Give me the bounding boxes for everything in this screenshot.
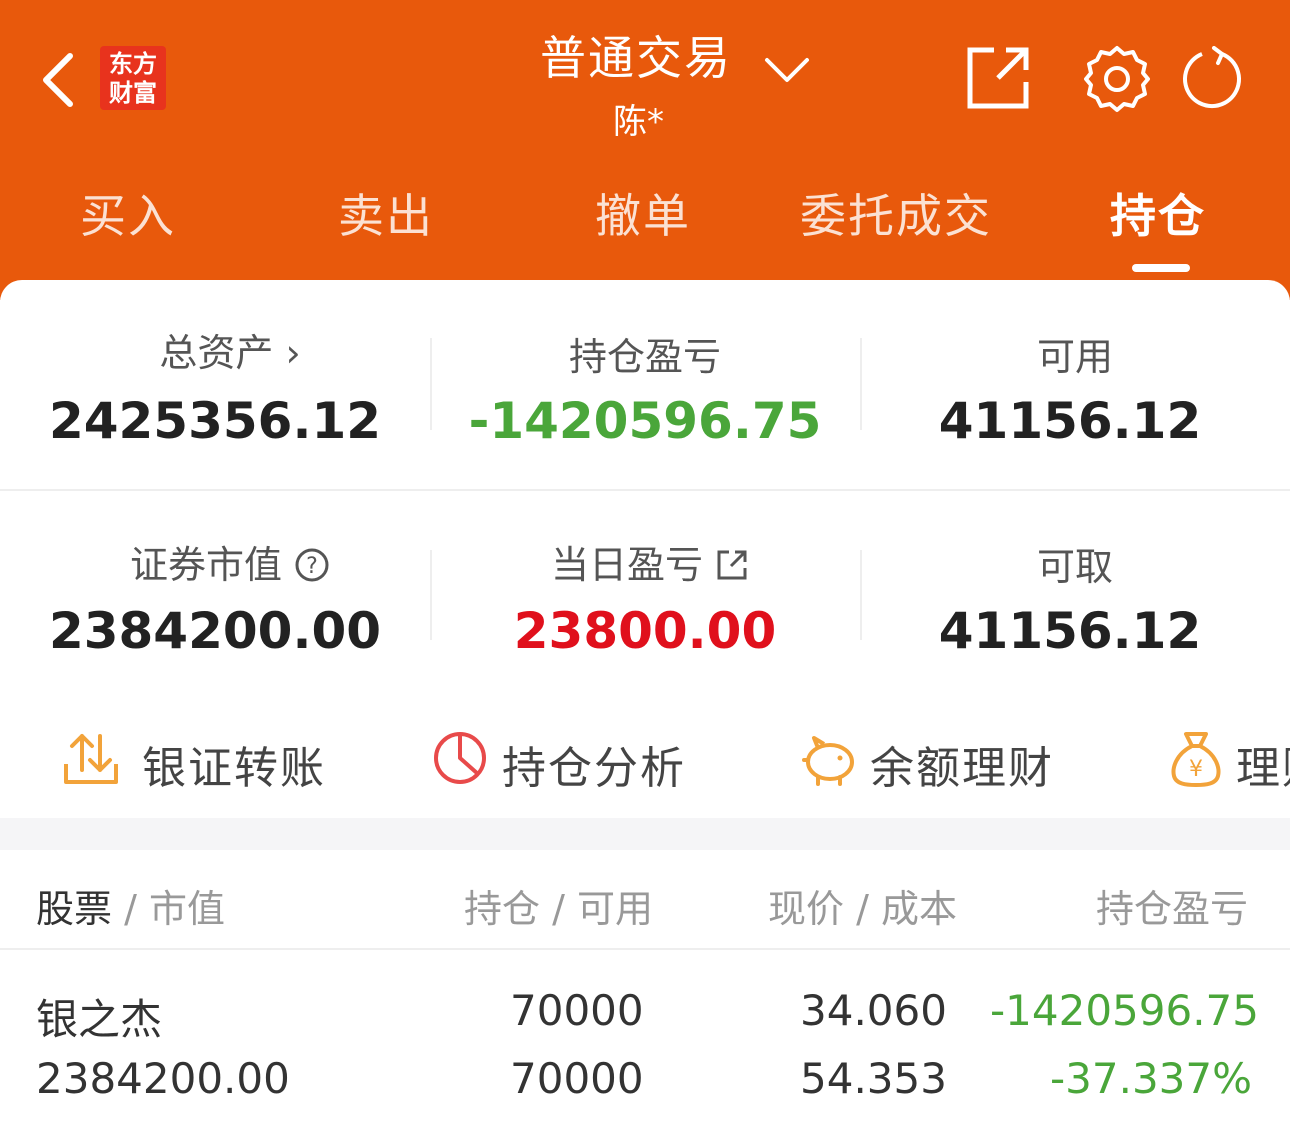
back-icon[interactable] [38, 50, 78, 110]
column-header-price[interactable]: 现价 / 成本 [768, 878, 957, 933]
quick-action-analysis[interactable]: 持仓分析 [432, 730, 732, 794]
available-value: 41156.12 [938, 392, 1202, 450]
column-header-pnl[interactable]: 持仓盈亏 [1096, 878, 1256, 933]
quick-action-label: 理财 [1236, 743, 1290, 794]
total-assets-value: 2425356.12 [48, 392, 382, 450]
piggy-bank-icon [802, 736, 854, 786]
pie-chart-icon [434, 732, 486, 784]
column-header-position[interactable]: 持仓 / 可用 [464, 878, 653, 933]
quick-action-balance-finance[interactable]: 余额理财 [800, 730, 1100, 794]
tab-sell[interactable]: 卖出 [338, 180, 434, 246]
divider [430, 550, 432, 640]
svg-text:?: ? [306, 554, 318, 579]
quick-action-wealth[interactable]: ¥ 理财 [1168, 730, 1290, 794]
row-pnl-percent: -37.337% [1050, 1054, 1253, 1103]
market-value-label: 证券市值 ? [100, 534, 360, 589]
chevron-down-icon[interactable] [762, 50, 812, 90]
stock-name: 银之杰 [36, 995, 163, 1044]
withdrawable-label: 可取 [1036, 545, 1113, 589]
transfer-icon [64, 734, 118, 784]
quick-action-transfer[interactable]: 银证转账 [62, 730, 362, 794]
column-header-stock[interactable]: 股票 / 市值 [36, 878, 225, 933]
daily-pnl-value: 23800.00 [513, 602, 777, 660]
divider [0, 489, 1290, 491]
position-pnl-value: -1420596.75 [468, 392, 822, 450]
total-assets-label: 总资产 › [159, 331, 301, 375]
position-qty: 70000 [510, 986, 644, 1035]
app-header: 东方 财富 普通交易 陈* 买入 卖出 撤单 委托成交 持仓 [0, 0, 1290, 300]
section-gap [0, 818, 1290, 850]
divider [860, 338, 862, 430]
stock-market-value: 2384200.00 [36, 1054, 290, 1103]
market-value-value: 2384200.00 [48, 602, 382, 660]
available-qty: 70000 [510, 1054, 644, 1103]
position-pnl-label: 持仓盈亏 [568, 335, 721, 379]
share-icon[interactable] [964, 44, 1032, 112]
help-icon[interactable]: ? [294, 547, 330, 583]
chevron-right-icon: › [285, 331, 301, 375]
tab-buy[interactable]: 买入 [80, 180, 176, 246]
external-link-icon [717, 550, 747, 580]
account-name: 陈* [613, 102, 664, 142]
tab-positions[interactable]: 持仓 [1110, 180, 1206, 246]
refresh-icon[interactable] [1180, 46, 1244, 110]
cost-price: 54.353 [800, 1054, 947, 1103]
tab-cancel[interactable]: 撤单 [595, 180, 691, 246]
trade-tabs: 买入 卖出 撤单 委托成交 持仓 [0, 180, 1290, 250]
tab-orders[interactable]: 委托成交 [800, 180, 992, 246]
available-label: 可用 [1036, 335, 1113, 379]
active-tab-indicator [1132, 264, 1190, 272]
page-title[interactable]: 普通交易 [540, 22, 732, 88]
gear-icon[interactable] [1082, 44, 1152, 114]
divider [860, 550, 862, 640]
daily-pnl-label[interactable]: 当日盈亏 [520, 534, 780, 589]
divider [430, 338, 432, 430]
svg-text:¥: ¥ [1189, 757, 1203, 782]
brand-logo: 东方 财富 [100, 46, 166, 110]
quick-action-label: 余额理财 [870, 743, 1054, 794]
divider [0, 948, 1290, 950]
current-price: 34.060 [800, 986, 947, 1035]
quick-action-label: 银证转账 [142, 743, 326, 794]
row-pnl: -1420596.75 [990, 986, 1260, 1035]
money-bag-icon: ¥ [1171, 732, 1221, 788]
quick-action-label: 持仓分析 [502, 743, 686, 794]
withdrawable-value: 41156.12 [938, 602, 1202, 660]
